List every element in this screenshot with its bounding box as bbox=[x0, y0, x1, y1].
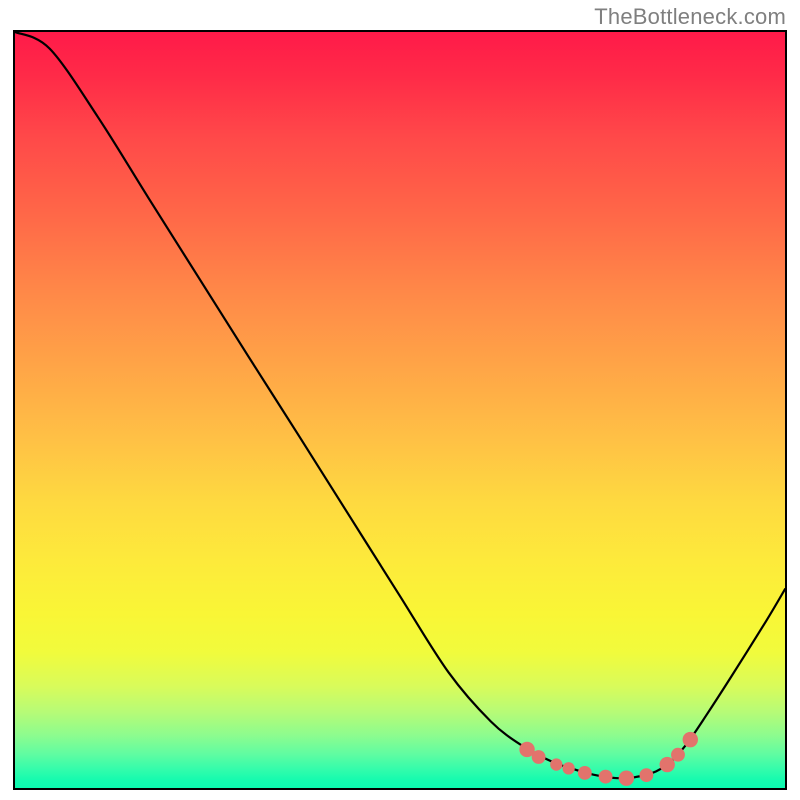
curve-marker bbox=[599, 770, 613, 784]
curve-marker bbox=[578, 766, 592, 780]
curve-marker bbox=[532, 750, 546, 764]
curve-marker bbox=[683, 732, 698, 747]
chart-container: TheBottleneck.com bbox=[0, 0, 800, 800]
curve-marker bbox=[619, 770, 634, 785]
curve-marker bbox=[550, 758, 562, 770]
bottleneck-curve bbox=[15, 32, 785, 778]
curve-marker bbox=[562, 762, 574, 774]
plot-svg bbox=[15, 32, 785, 788]
curve-marker bbox=[671, 748, 685, 762]
plot-frame bbox=[13, 30, 787, 790]
curve-marker bbox=[639, 768, 653, 782]
attribution-text: TheBottleneck.com bbox=[594, 4, 786, 30]
curve-marker bbox=[659, 757, 674, 772]
